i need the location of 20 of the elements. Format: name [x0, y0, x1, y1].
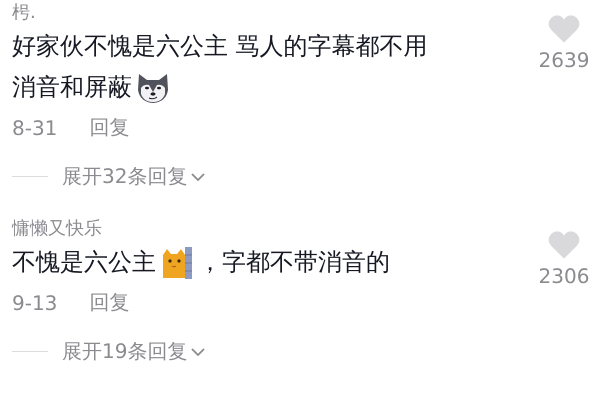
cat-behind-wall-icon: [160, 246, 194, 278]
expand-replies-link[interactable]: 展开32条回复: [62, 163, 206, 190]
expand-replies-link[interactable]: 展开19条回复: [62, 338, 206, 365]
comment-text: 好家伙不愧是六公主 骂人的字幕都不用: [12, 31, 428, 62]
chevron-down-icon: [190, 346, 206, 356]
reply-link[interactable]: 回复: [89, 114, 130, 141]
like-heart-icon[interactable]: [547, 14, 581, 44]
reply-link[interactable]: 回复: [89, 289, 130, 316]
comment-text: ，字都不带消音的: [198, 247, 390, 278]
like-heart-icon[interactable]: [547, 230, 581, 260]
chevron-down-icon: [190, 172, 206, 182]
username[interactable]: 慵懒又快乐: [12, 216, 102, 242]
like-count: 2639: [538, 48, 590, 72]
comment-text: 消音和屏蔽: [12, 72, 132, 103]
comment-text: 不愧是六公主: [12, 247, 156, 278]
comment-date: 8-31: [12, 116, 58, 140]
husky-emoji-icon: [136, 72, 170, 104]
like-count: 2306: [538, 264, 590, 288]
username[interactable]: 枵.: [12, 0, 36, 26]
comment-date: 9-13: [12, 290, 58, 314]
